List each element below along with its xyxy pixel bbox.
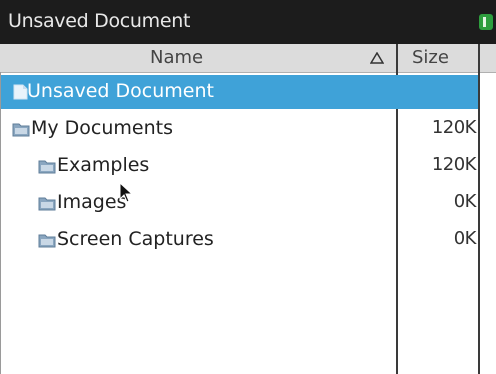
file-row-screen-captures[interactable]: Screen Captures 0K bbox=[1, 223, 478, 257]
column-header: Name Size bbox=[0, 44, 496, 73]
folder-icon bbox=[38, 197, 56, 211]
mouse-pointer-icon bbox=[119, 182, 134, 203]
row-size: 0K bbox=[453, 191, 477, 212]
battery-icon bbox=[479, 14, 493, 30]
name-column-label: Name bbox=[150, 47, 204, 68]
row-name: Images bbox=[57, 191, 127, 213]
row-size: 0K bbox=[453, 228, 477, 249]
row-size: 120K bbox=[431, 117, 477, 138]
folder-icon bbox=[38, 234, 56, 248]
size-column-header[interactable]: Size bbox=[398, 44, 478, 72]
title-bar: Unsaved Document bbox=[0, 0, 496, 44]
file-row-unsaved-document[interactable]: Unsaved Document bbox=[1, 75, 478, 109]
column-divider-right[interactable] bbox=[478, 44, 480, 374]
window-title: Unsaved Document bbox=[8, 10, 191, 32]
file-row-examples[interactable]: Examples 120K bbox=[1, 149, 478, 183]
file-row-images[interactable]: Images 0K bbox=[1, 186, 478, 220]
size-column-label: Size bbox=[412, 47, 449, 68]
row-name: Examples bbox=[57, 154, 150, 176]
sort-ascending-icon[interactable] bbox=[370, 52, 384, 64]
row-name: Unsaved Document bbox=[27, 80, 214, 102]
folder-icon bbox=[12, 123, 30, 137]
row-name: My Documents bbox=[31, 117, 174, 139]
row-size: 120K bbox=[431, 154, 477, 175]
row-name: Screen Captures bbox=[57, 228, 214, 250]
file-row-my-documents[interactable]: My Documents 120K bbox=[1, 112, 478, 146]
folder-icon bbox=[38, 160, 56, 174]
name-column-header[interactable]: Name bbox=[0, 44, 396, 72]
